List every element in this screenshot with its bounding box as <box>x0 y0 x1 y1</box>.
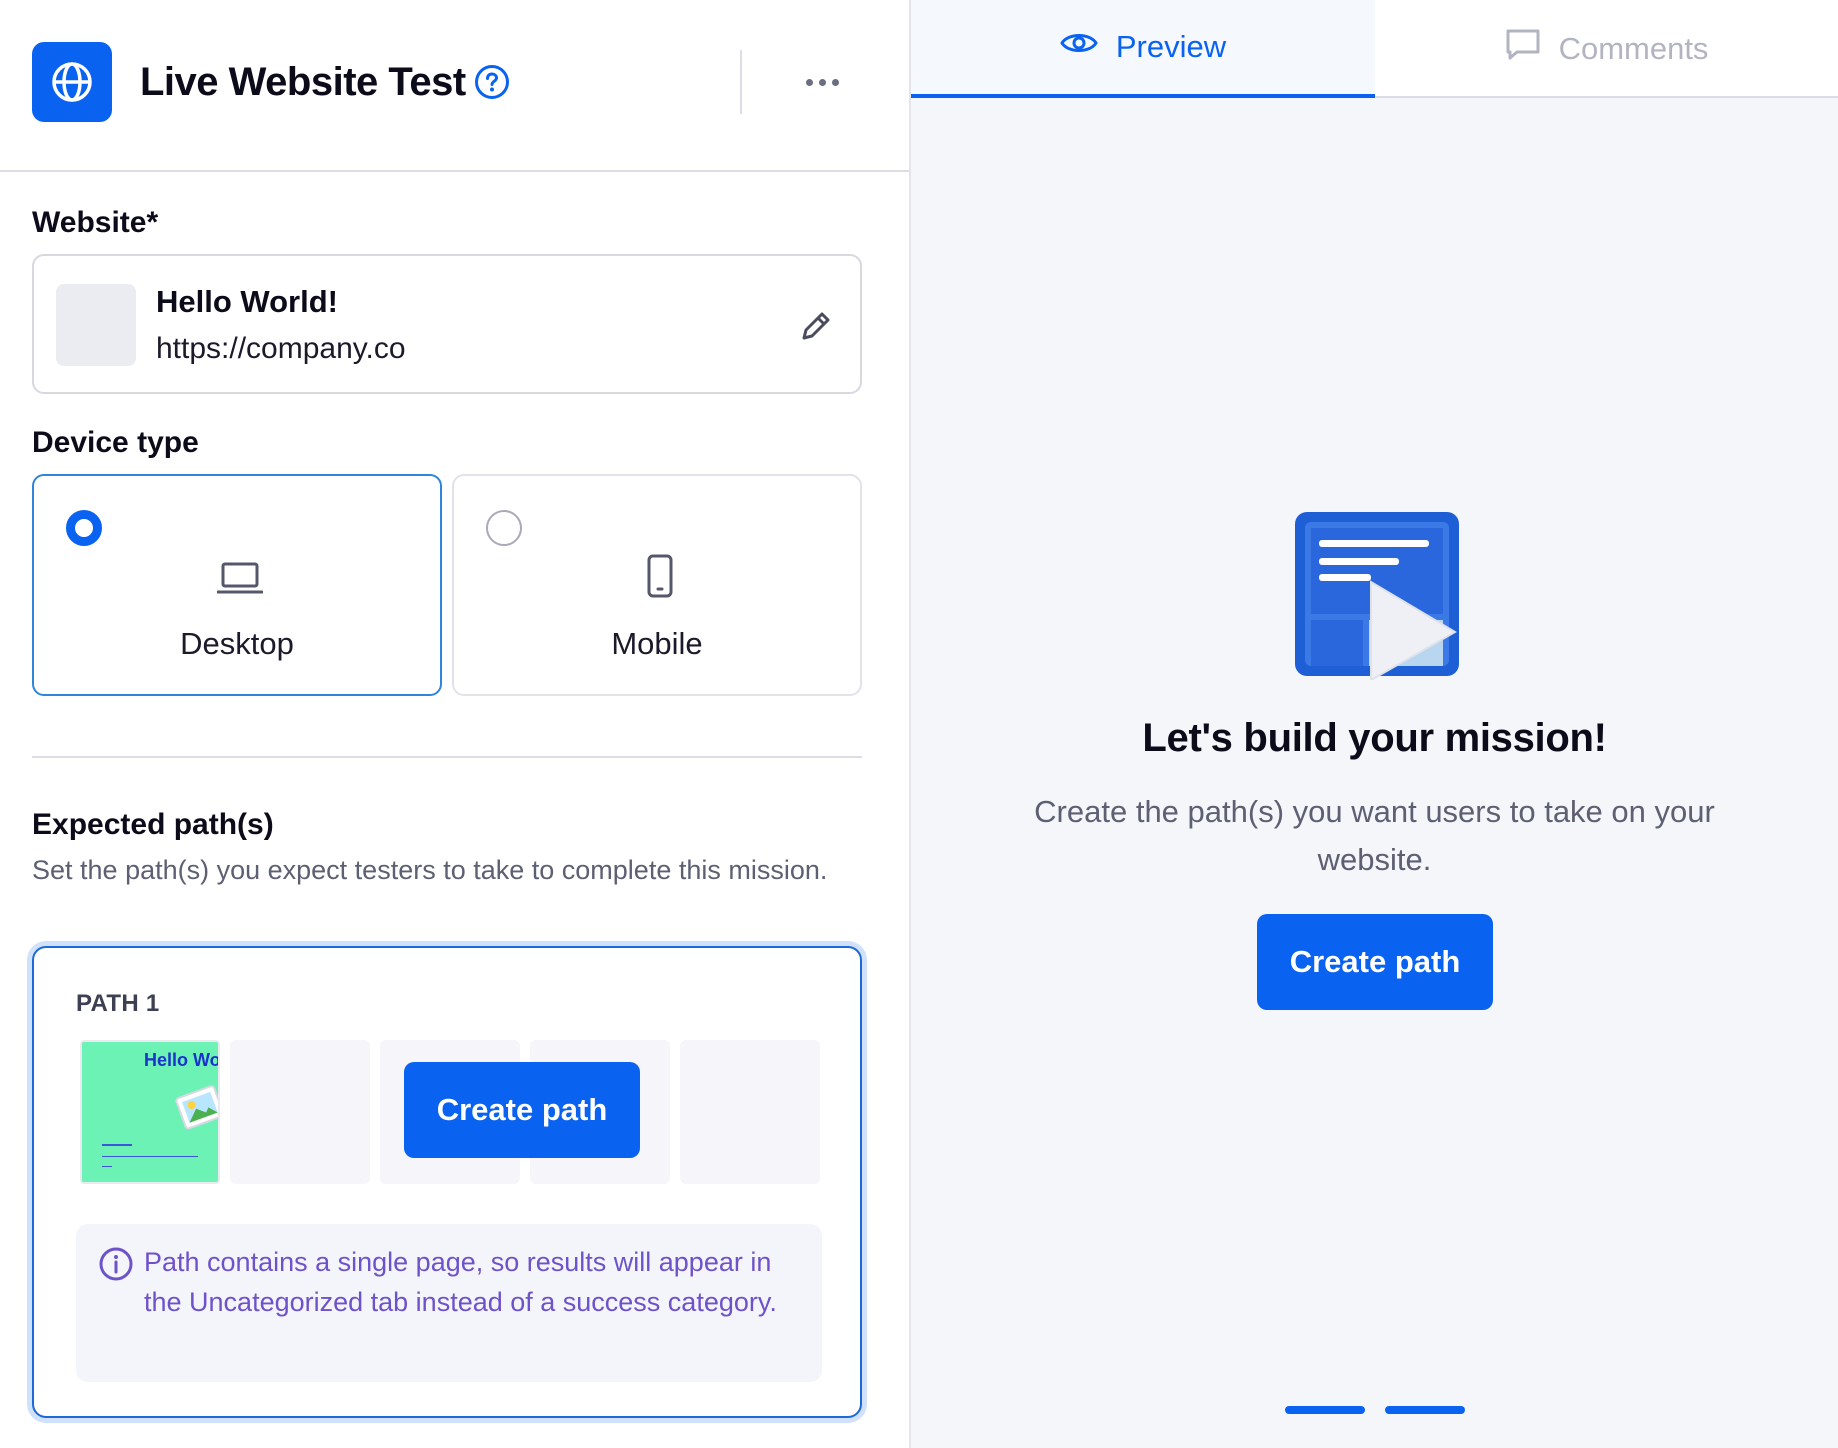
pager-indicator[interactable] <box>1385 1406 1465 1414</box>
device-label-desktop: Desktop <box>180 626 294 661</box>
website-label: Website* <box>32 206 159 239</box>
thumbnail-text-line <box>102 1156 198 1157</box>
tab-preview[interactable]: Preview <box>911 0 1375 98</box>
empty-path-slot <box>230 1040 370 1184</box>
section-divider <box>32 756 862 758</box>
website-card[interactable]: Hello World! https://company.co <box>32 254 862 394</box>
eye-icon <box>1060 29 1098 65</box>
more-options-button[interactable] <box>796 60 848 104</box>
dot-icon <box>818 78 826 86</box>
website-url: https://company.co <box>156 332 406 365</box>
radio-unselected[interactable] <box>486 510 522 546</box>
device-type-label: Device type <box>32 426 199 459</box>
header-divider <box>740 50 742 114</box>
path-page-thumbnail[interactable]: Hello Wo <box>80 1040 220 1184</box>
expected-paths-description: Set the path(s) you expect testers to ta… <box>32 855 828 885</box>
preview-panel: Preview Comments Let's build your missio… <box>911 0 1838 1448</box>
path-title: PATH 1 <box>76 990 160 1017</box>
phone-icon <box>637 552 683 602</box>
help-icon[interactable] <box>474 64 510 100</box>
image-icon <box>174 1084 218 1132</box>
editor-header: Live Website Test <box>0 0 909 172</box>
path-card[interactable]: PATH 1 Hello Wo Create path Path contain… <box>32 946 862 1418</box>
device-label-mobile: Mobile <box>611 626 703 661</box>
create-path-button[interactable]: Create path <box>404 1062 640 1158</box>
create-path-button-preview[interactable]: Create path <box>1257 914 1493 1010</box>
preview-tabs: Preview Comments <box>911 0 1838 98</box>
expected-paths-label: Expected path(s) <box>32 808 274 841</box>
app: Live Website Test Website* Hello World! … <box>0 0 1838 1448</box>
info-icon <box>98 1246 134 1282</box>
radio-selected[interactable] <box>66 510 102 546</box>
globe-icon <box>32 42 112 122</box>
editor-panel: Live Website Test Website* Hello World! … <box>0 0 911 1448</box>
info-text: Path contains a single page, so results … <box>144 1247 777 1317</box>
tab-comments[interactable]: Comments <box>1375 0 1838 98</box>
pager-indicator[interactable] <box>1285 1406 1365 1414</box>
thumbnail-text-line <box>102 1166 112 1167</box>
mission-illustration-icon <box>1291 508 1463 682</box>
website-thumbnail <box>56 284 136 366</box>
page-title: Live Website Test <box>140 60 466 104</box>
tab-preview-label: Preview <box>1115 29 1227 64</box>
thumbnail-title: Hello Wo <box>144 1050 220 1070</box>
comment-icon <box>1505 28 1541 70</box>
dot-icon <box>831 78 839 86</box>
empty-state-title: Let's build your mission! <box>1142 716 1607 760</box>
laptop-icon <box>216 552 264 602</box>
pencil-icon[interactable] <box>796 306 836 346</box>
empty-path-slot <box>680 1040 820 1184</box>
device-option-mobile[interactable]: Mobile <box>452 474 862 696</box>
dot-icon <box>805 78 813 86</box>
info-notice: Path contains a single page, so results … <box>76 1224 822 1382</box>
device-option-desktop[interactable]: Desktop <box>32 474 442 696</box>
thumbnail-text-line <box>102 1144 132 1146</box>
empty-state-subtitle: Create the path(s) you want users to tak… <box>1034 794 1715 877</box>
tab-comments-label: Comments <box>1558 31 1709 66</box>
website-name: Hello World! <box>156 284 338 319</box>
